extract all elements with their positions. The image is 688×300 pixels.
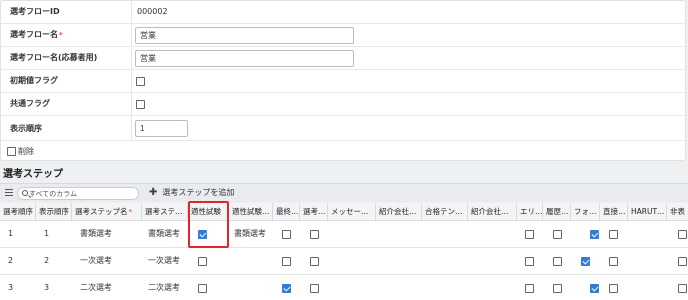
column-search [17,187,139,200]
cell-selection-order: 1 [8,229,14,238]
shared-flag-label: 共通フラグ [10,99,50,108]
hidden-checkbox[interactable] [678,284,687,293]
steps-toolbar: ✚ 選考ステップを追加 [0,183,688,202]
flow-name-input[interactable] [135,27,354,44]
col-direct[interactable]: 直接… [600,203,628,221]
cell-display-order: 2 [44,256,50,265]
add-step-button[interactable]: ✚ 選考ステップを追加 [149,184,234,202]
direct-checkbox[interactable] [609,284,618,293]
cell-display-order: 1 [44,229,50,238]
initial-flag-checkbox[interactable] [136,77,145,86]
col-selection[interactable]: 選考… [300,203,328,221]
column-search-input[interactable] [29,188,137,199]
col-display-order[interactable]: 表示順序 [36,203,72,221]
form-checkbox[interactable] [581,257,590,266]
initial-flag-row: 初期値フラグ [1,70,687,93]
cell-step-name: 二次選考 [80,283,112,292]
aptitude-checkbox[interactable] [198,284,207,293]
cell-step-name: 一次選考 [80,256,112,265]
search-icon [22,190,28,196]
table-row[interactable]: 2 2 一次選考 一次選考 [0,248,688,275]
required-mark: * [59,31,63,39]
menu-icon[interactable] [5,189,13,197]
aptitude-checkbox[interactable] [198,230,207,239]
col-area[interactable]: エリ… [517,203,543,221]
delete-checkbox[interactable] [7,147,16,156]
form-checkbox[interactable] [590,284,599,293]
col-aptitude-test-name[interactable]: 適性試験… [229,203,273,221]
direct-checkbox[interactable] [609,257,618,266]
flow-name-applicant-row: 選考フロー名(応募者用) [1,47,687,70]
display-order-label: 表示順序 [10,124,42,133]
delete-label: 削除 [18,147,34,156]
add-step-label: 選考ステップを追加 [162,188,235,197]
grid-header: 選考順序 表示順序 選考ステップ名* 選考ステ… 適性試験 適性試験… 最終… … [0,203,688,221]
hidden-checkbox[interactable] [678,257,687,266]
display-order-row: 表示順序 [1,116,687,141]
cell-selection-order: 3 [8,283,14,292]
final-checkbox[interactable] [282,284,291,293]
area-checkbox[interactable] [525,230,534,239]
flow-id-label: 選考フローID [10,7,60,16]
steps-grid: 選考順序 表示順序 選考ステップ名* 選考ステ… 適性試験 適性試験… 最終… … [0,203,688,300]
final-checkbox[interactable] [282,230,291,239]
cell-selection-order: 2 [8,256,14,265]
col-step-type[interactable]: 選考ステ… [142,203,188,221]
final-checkbox[interactable] [282,257,291,266]
col-message[interactable]: メッセー… [328,203,376,221]
required-mark: * [128,208,133,216]
area-checkbox[interactable] [525,284,534,293]
col-agency-1[interactable]: 紹介会社… [376,203,422,221]
area-checkbox[interactable] [525,257,534,266]
resume-checkbox[interactable] [553,230,562,239]
flow-form: 選考フローID 000002 選考フロー名* 選考フロー名(応募者用) 初期値フ… [0,0,687,161]
cell-display-order: 3 [44,283,50,292]
selection-checkbox[interactable] [310,257,319,266]
flow-id-row: 選考フローID 000002 [1,1,687,24]
flow-name-row: 選考フロー名* [1,24,687,47]
table-row[interactable]: 1 1 書類選考 書類選考 書類選考 [0,221,688,248]
cell-step-type: 二次選考 [148,283,180,292]
initial-flag-label: 初期値フラグ [10,76,58,85]
col-selection-order[interactable]: 選考順序 [0,203,36,221]
cell-step-type: 書類選考 [148,229,180,238]
col-hidden[interactable]: 非表 [667,203,688,221]
col-pass-template[interactable]: 合格テン… [422,203,468,221]
col-aptitude-test[interactable]: 適性試験 [188,203,229,221]
flow-name-applicant-label: 選考フロー名(応募者用) [10,53,98,62]
col-agency-2[interactable]: 紹介会社… [468,203,517,221]
resume-checkbox[interactable] [553,257,562,266]
aptitude-checkbox[interactable] [198,257,207,266]
selection-checkbox[interactable] [310,230,319,239]
plus-icon: ✚ [149,187,158,198]
shared-flag-checkbox[interactable] [136,100,145,109]
direct-checkbox[interactable] [609,230,618,239]
shared-flag-row: 共通フラグ [1,93,687,116]
col-form[interactable]: フォ… [571,203,600,221]
delete-row: 削除 [1,143,687,161]
hidden-checkbox[interactable] [678,230,687,239]
cell-aptitude-test-name [234,275,272,300]
table-row[interactable]: 3 3 二次選考 二次選考 [0,275,688,300]
resume-checkbox[interactable] [553,284,562,293]
col-final[interactable]: 最終… [273,203,300,221]
cell-step-name: 書類選考 [80,229,112,238]
display-order-input[interactable] [135,120,188,137]
flow-id-value: 000002 [137,7,168,16]
col-harut[interactable]: HARUT… [628,203,667,221]
form-checkbox[interactable] [590,230,599,239]
steps-section-title: 選考ステップ [3,169,63,180]
cell-step-type: 一次選考 [148,256,180,265]
flow-name-applicant-input[interactable] [135,50,354,67]
col-resume[interactable]: 履歴… [543,203,571,221]
cell-aptitude-test-name: 書類選考 [234,229,266,238]
cell-aptitude-test-name [234,248,272,274]
selection-checkbox[interactable] [310,284,319,293]
flow-name-label: 選考フロー名 [10,30,58,39]
col-step-name[interactable]: 選考ステップ名* [72,203,142,221]
